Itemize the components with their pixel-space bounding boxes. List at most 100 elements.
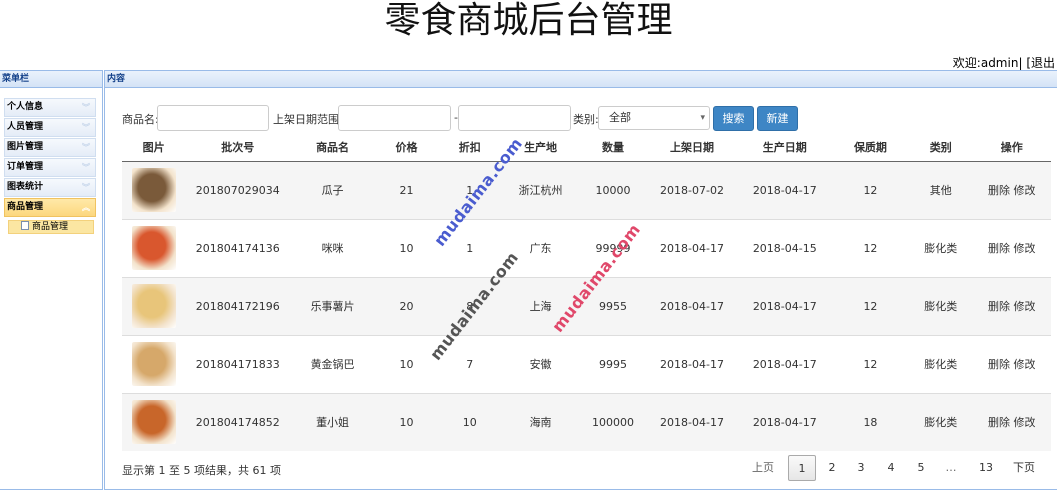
date-end-input[interactable] bbox=[458, 105, 571, 131]
cell-production-date: 2018-04-17 bbox=[737, 160, 832, 219]
product-thumbnail bbox=[131, 284, 176, 328]
cell-batch-number: 201804172196 bbox=[185, 276, 291, 335]
cell-origin: 浙江杭州 bbox=[501, 160, 580, 219]
cell-price: 21 bbox=[374, 160, 439, 219]
col-header-image: 图片 bbox=[122, 133, 186, 162]
cell-production-date: 2018-04-17 bbox=[737, 276, 832, 335]
cell-quantity: 10000 bbox=[579, 160, 647, 219]
sidebar-item-personal-info[interactable]: 个人信息 ︾ bbox=[4, 98, 96, 117]
col-header-batch: 批次号 bbox=[185, 133, 291, 162]
edit-link[interactable]: 修改 bbox=[1013, 358, 1035, 371]
chevron-down-icon: ︾ bbox=[82, 163, 90, 172]
new-button[interactable]: 新建 bbox=[757, 106, 798, 131]
cell-quantity: 9955 bbox=[579, 276, 647, 335]
page-button-1[interactable]: 1 bbox=[788, 455, 816, 481]
sidebar-item-charts[interactable]: 图表统计 ︾ bbox=[4, 178, 96, 197]
page-button-13[interactable]: 13 bbox=[972, 455, 1000, 481]
next-page-button[interactable]: 下页 bbox=[1007, 455, 1041, 481]
submenu-product-management[interactable]: 商品管理 bbox=[8, 220, 94, 234]
category-select-value: 全部 bbox=[609, 111, 631, 124]
page-button-5[interactable]: 5 bbox=[908, 455, 934, 481]
table-body: 201807029034 瓜子 21 1 浙江杭州 10000 2018-07-02 2018… bbox=[122, 160, 1051, 451]
cell-image bbox=[122, 218, 186, 277]
welcome-text: 欢迎:admin| bbox=[952, 56, 1023, 70]
cell-quantity: 100000 bbox=[579, 392, 647, 451]
sidebar-item-label: 人员管理 bbox=[7, 122, 44, 132]
edit-link[interactable]: 修改 bbox=[1013, 300, 1035, 313]
cell-production-date: 2018-04-15 bbox=[737, 218, 832, 277]
sidebar-item-orders[interactable]: 订单管理 ︾ bbox=[4, 158, 96, 177]
edit-link[interactable]: 修改 bbox=[1013, 184, 1035, 197]
cell-discount: 8 bbox=[438, 276, 502, 335]
product-thumbnail bbox=[131, 168, 176, 212]
delete-link[interactable]: 删除 bbox=[988, 184, 1010, 197]
sidebar-title: 菜单栏 bbox=[0, 71, 102, 88]
chevron-down-icon: ▾ bbox=[700, 113, 705, 123]
cell-batch-number: 201804171833 bbox=[185, 334, 291, 393]
cell-category: 膨化类 bbox=[909, 334, 973, 393]
cell-category: 其他 bbox=[909, 160, 973, 219]
category-label: 类别: bbox=[573, 113, 599, 126]
cell-shelf-date: 2018-04-17 bbox=[646, 276, 738, 335]
sidebar-item-staff[interactable]: 人员管理 ︾ bbox=[4, 118, 96, 137]
cell-actions: 删除 修改 bbox=[972, 276, 1051, 335]
table-row: 201807029034 瓜子 21 1 浙江杭州 10000 2018-07-02 2018… bbox=[122, 160, 1051, 219]
date-start-input[interactable] bbox=[338, 105, 451, 131]
document-icon bbox=[21, 221, 29, 230]
logout-link[interactable]: [退出 bbox=[1026, 56, 1055, 70]
cell-shelf-life: 12 bbox=[831, 218, 910, 277]
cell-shelf-date: 2018-07-02 bbox=[646, 160, 738, 219]
edit-link[interactable]: 修改 bbox=[1013, 242, 1035, 255]
cell-product-name: 黄金锅巴 bbox=[290, 334, 375, 393]
edit-link[interactable]: 修改 bbox=[1013, 416, 1035, 429]
prev-page-button[interactable]: 上页 bbox=[745, 455, 781, 481]
cell-origin: 广东 bbox=[501, 218, 580, 277]
submenu-label: 商品管理 bbox=[32, 222, 69, 232]
pagination: 上页 1 2 3 4 5 … 13 下页 bbox=[745, 455, 1045, 481]
page-button-3[interactable]: 3 bbox=[848, 455, 874, 481]
page-button-4[interactable]: 4 bbox=[878, 455, 904, 481]
cell-price: 10 bbox=[374, 392, 439, 451]
cell-shelf-date: 2018-04-17 bbox=[646, 334, 738, 393]
cell-quantity: 99999 bbox=[579, 218, 647, 277]
content-panel: 内容 商品名: 上架日期范围: - 类别: 全部 ▾ 搜索 新建 图片 批次号 … bbox=[104, 70, 1057, 490]
col-header-price: 价格 bbox=[374, 133, 439, 162]
cell-price: 10 bbox=[374, 218, 439, 277]
table-header-row: 图片 批次号 商品名 价格 折扣 生产地 数量 上架日期 生产日期 保质期 类别… bbox=[122, 133, 1051, 162]
col-header-origin: 生产地 bbox=[501, 133, 580, 162]
col-header-name: 商品名 bbox=[290, 133, 375, 162]
sidebar-item-images[interactable]: 图片管理 ︾ bbox=[4, 138, 96, 157]
cell-batch-number: 201807029034 bbox=[185, 160, 291, 219]
delete-link[interactable]: 删除 bbox=[988, 416, 1010, 429]
cell-shelf-date: 2018-04-17 bbox=[646, 218, 738, 277]
cell-shelf-life: 12 bbox=[831, 160, 910, 219]
chevron-up-icon: ︽ bbox=[82, 203, 90, 212]
cell-discount: 1 bbox=[438, 160, 502, 219]
product-name-input[interactable] bbox=[157, 105, 269, 131]
sidebar-item-products[interactable]: 商品管理 ︽ bbox=[4, 198, 96, 217]
product-thumbnail bbox=[131, 400, 176, 445]
cell-batch-number: 201804174136 bbox=[185, 218, 291, 277]
cell-origin: 上海 bbox=[501, 276, 580, 335]
cell-origin: 安徽 bbox=[501, 334, 580, 393]
table-row: 201804174852 董小姐 10 10 海南 100000 2018-04-17 201… bbox=[122, 392, 1051, 451]
products-table: 图片 批次号 商品名 价格 折扣 生产地 数量 上架日期 生产日期 保质期 类别… bbox=[122, 133, 1051, 451]
page-button-2[interactable]: 2 bbox=[819, 455, 845, 481]
cell-origin: 海南 bbox=[501, 392, 580, 451]
delete-link[interactable]: 删除 bbox=[988, 242, 1010, 255]
cell-shelf-date: 2018-04-17 bbox=[646, 392, 738, 451]
sidebar-item-label: 个人信息 bbox=[7, 102, 44, 112]
sidebar-item-label: 图表统计 bbox=[7, 182, 44, 192]
product-name-label: 商品名: bbox=[122, 113, 159, 126]
cell-discount: 7 bbox=[438, 334, 502, 393]
cell-image bbox=[122, 392, 186, 451]
date-range-label: 上架日期范围: bbox=[273, 113, 343, 126]
product-thumbnail bbox=[131, 342, 176, 386]
category-select[interactable]: 全部 ▾ bbox=[598, 106, 710, 130]
chevron-down-icon: ︾ bbox=[82, 103, 90, 112]
delete-link[interactable]: 删除 bbox=[988, 358, 1010, 371]
sidebar-item-label: 商品管理 bbox=[7, 202, 44, 212]
table-row: 201804174136 咪咪 10 1 广东 99999 2018-04-17 2018-0… bbox=[122, 218, 1051, 277]
delete-link[interactable]: 删除 bbox=[988, 300, 1010, 313]
search-button[interactable]: 搜索 bbox=[713, 106, 754, 131]
